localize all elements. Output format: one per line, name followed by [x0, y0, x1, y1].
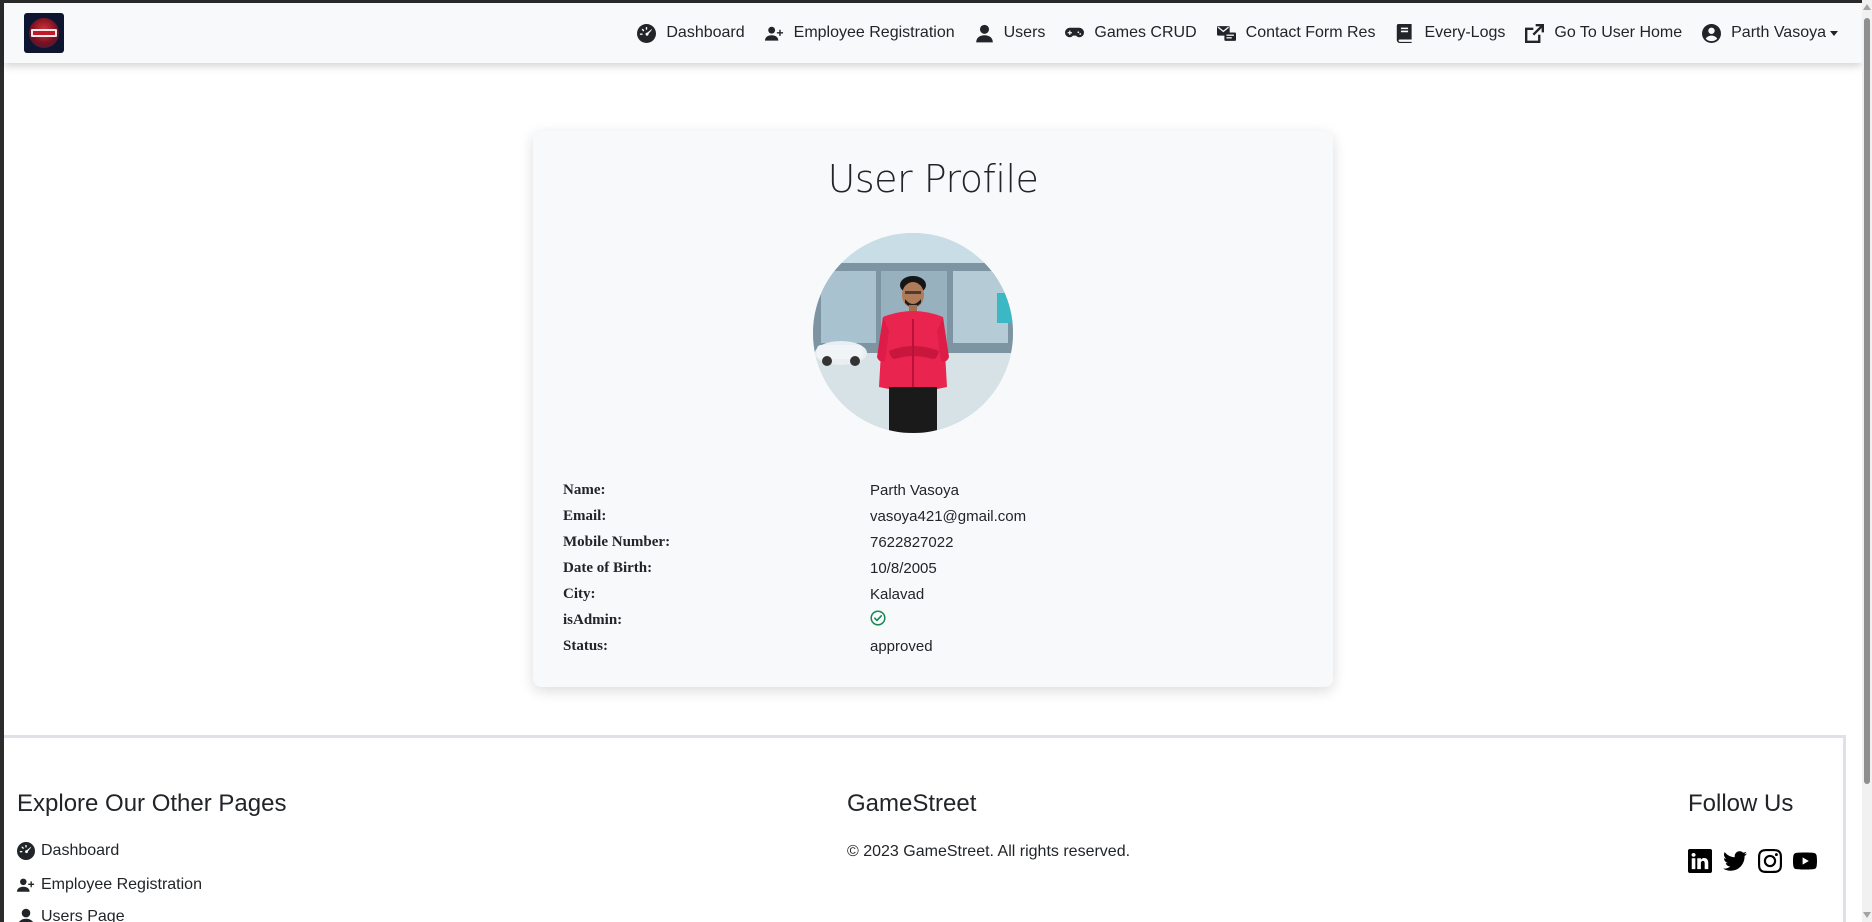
dashboard-gauge-icon — [637, 23, 657, 43]
field-value: Kalavad — [870, 585, 925, 603]
nav-dashboard[interactable]: Dashboard — [637, 23, 745, 43]
user-plus-icon — [17, 878, 35, 892]
profile-row-dob: Date of Birth: 10/8/2005 — [563, 555, 1303, 581]
field-value: 10/8/2005 — [870, 559, 937, 577]
contact-form-icon — [1216, 25, 1236, 41]
chevron-down-icon — [1830, 30, 1838, 36]
field-label: isAdmin: — [563, 611, 623, 628]
site-footer: Explore Our Other Pages Dashboard Employ… — [4, 735, 1846, 922]
nav-label: Dashboard — [666, 24, 745, 41]
footer-link-employee-registration[interactable]: Employee Registration — [17, 876, 202, 894]
footer-link-label: Employee Registration — [41, 876, 202, 893]
profile-row-name: Name: Parth Vasoya — [563, 477, 1303, 503]
scroll-down-arrow-icon[interactable] — [1863, 912, 1871, 918]
vertical-scrollbar[interactable] — [1862, 0, 1872, 922]
footer-brand-heading: GameStreet — [847, 790, 977, 817]
field-label: Name: — [563, 481, 606, 498]
profile-row-city: City: Kalavad — [563, 581, 1303, 607]
profile-row-mobile: Mobile Number: 7622827022 — [563, 529, 1303, 555]
nav-every-logs[interactable]: Every-Logs — [1395, 23, 1506, 43]
footer-link-label: Users Page — [41, 908, 125, 922]
user-icon — [19, 908, 33, 922]
user-icon — [975, 24, 993, 42]
gamepad-icon — [1065, 27, 1085, 37]
nav-label: Games CRUD — [1094, 24, 1197, 41]
user-circle-icon — [1702, 23, 1722, 43]
book-icon — [1397, 23, 1413, 43]
field-label: Mobile Number: — [563, 533, 671, 550]
field-label: City: — [563, 585, 596, 602]
nav-label: Contact Form Res — [1245, 24, 1376, 41]
scrollbar-thumb[interactable] — [1864, 18, 1870, 784]
field-label: Status: — [563, 637, 609, 654]
nav-label: Users — [1003, 24, 1046, 41]
external-link-icon — [1525, 23, 1545, 43]
profile-row-isadmin: isAdmin: — [563, 607, 1303, 633]
copyright-text: © 2023 GameStreet. All rights reserved. — [847, 843, 1131, 860]
nav-users[interactable]: Users — [975, 24, 1046, 43]
footer-link-users-page[interactable]: Users Page — [17, 908, 125, 922]
status-value: approved — [870, 637, 933, 655]
page-title: User Profile — [827, 157, 1039, 201]
nav-menu: Dashboard Employee Registration Users Ga… — [637, 3, 1838, 63]
scroll-up-arrow-icon[interactable] — [1863, 4, 1871, 10]
field-label: Email: — [563, 507, 607, 524]
top-navbar: Dashboard Employee Registration Users Ga… — [4, 3, 1862, 63]
footer-link-label: Dashboard — [41, 842, 120, 859]
brand-logo[interactable] — [24, 13, 64, 53]
field-value: Parth Vasoya — [870, 481, 959, 499]
profile-row-status: Status: approved — [563, 633, 1303, 659]
profile-row-email: Email: vasoya421@gmail.com — [563, 503, 1303, 529]
nav-label: Parth Vasoya — [1731, 24, 1826, 41]
dashboard-gauge-icon — [17, 842, 35, 860]
instagram-icon[interactable] — [1758, 849, 1782, 873]
footer-follow-heading: Follow Us — [1688, 790, 1794, 817]
profile-details: Name: Parth Vasoya Email: vasoya421@gmai… — [563, 477, 1303, 659]
user-profile-card: User Profile Name: Parth Vasoya Email: v… — [533, 131, 1333, 687]
footer-link-dashboard[interactable]: Dashboard — [17, 842, 119, 860]
nav-label: Employee Registration — [793, 24, 955, 41]
user-plus-icon — [764, 26, 783, 41]
twitter-icon[interactable] — [1723, 849, 1747, 873]
logo-emblem-icon — [29, 18, 59, 48]
nav-games-crud[interactable]: Games CRUD — [1065, 24, 1197, 43]
field-value: vasoya421@gmail.com — [870, 507, 1027, 525]
linkedin-icon[interactable] — [1688, 849, 1712, 873]
youtube-icon[interactable] — [1793, 849, 1817, 873]
nav-user-dropdown[interactable]: Parth Vasoya — [1702, 23, 1838, 43]
nav-label: Go To User Home — [1554, 24, 1683, 41]
nav-go-to-user-home[interactable]: Go To User Home — [1525, 23, 1683, 43]
social-links — [1688, 849, 1817, 873]
avatar — [813, 233, 1013, 433]
nav-contact-form-res[interactable]: Contact Form Res — [1216, 24, 1376, 43]
footer-explore-heading: Explore Our Other Pages — [17, 790, 287, 817]
nav-employee-registration[interactable]: Employee Registration — [764, 24, 955, 43]
nav-label: Every-Logs — [1424, 24, 1506, 41]
field-value: 7622827022 — [870, 533, 954, 551]
check-circle-icon — [870, 610, 886, 630]
field-label: Date of Birth: — [563, 559, 653, 576]
